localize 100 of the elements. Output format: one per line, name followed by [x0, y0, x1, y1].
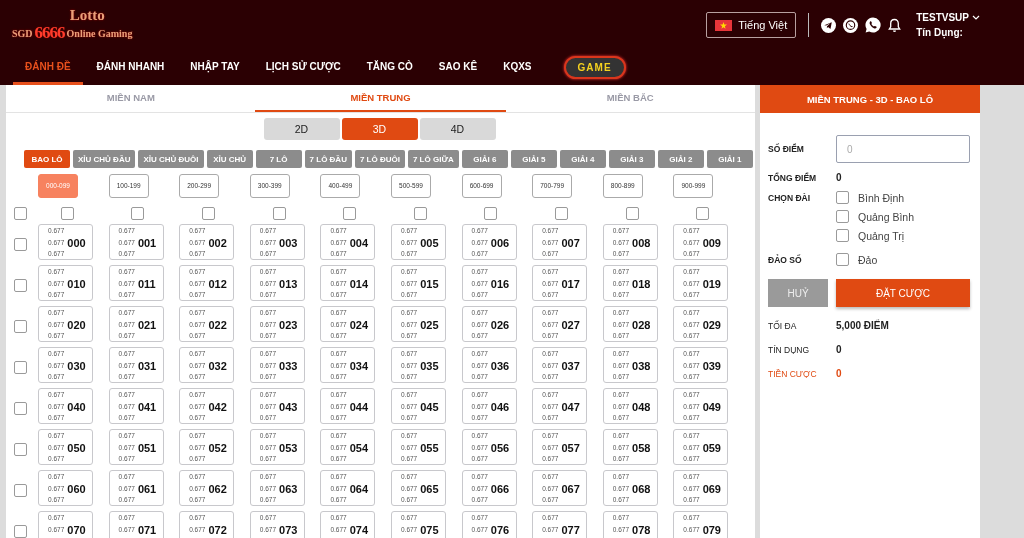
digit-tab[interactable]: 2D [263, 118, 340, 140]
field-label: SỐ ĐIỂM [768, 144, 805, 154]
number-label: 035 [420, 360, 439, 371]
checkbox[interactable] [554, 207, 568, 220]
number-label: 008 [632, 237, 651, 248]
option-label: Đảo [858, 253, 878, 266]
checkbox[interactable] [14, 443, 27, 456]
checkbox[interactable] [343, 207, 357, 220]
number-label: 059 [702, 442, 721, 453]
digit-tab[interactable]: 4D [419, 118, 496, 140]
number-label: 043 [279, 401, 298, 412]
logo-title: Lotto [69, 7, 105, 23]
checkbox[interactable] [131, 207, 145, 220]
number-label: 076 [490, 524, 510, 535]
checkbox[interactable] [14, 279, 27, 292]
number-label: 050 [67, 442, 86, 453]
checkbox[interactable] [202, 207, 215, 220]
phone-bubble-icon[interactable] [843, 17, 859, 33]
checkbox[interactable] [14, 238, 27, 251]
number-label: 001 [137, 237, 157, 248]
checkbox[interactable] [413, 207, 427, 220]
credit-label: Tín Dụng: [916, 27, 964, 38]
station-label: Quảng Trị [858, 229, 905, 242]
number-label: 067 [561, 483, 580, 494]
checkbox[interactable] [836, 191, 849, 204]
checkbox[interactable] [14, 484, 27, 497]
number-label: 071 [137, 524, 157, 535]
number-label: 009 [702, 237, 721, 248]
number-label: 044 [349, 401, 368, 412]
number-label: 064 [349, 483, 368, 494]
checkbox[interactable] [836, 210, 849, 223]
number-label: 003 [279, 237, 298, 248]
nav-tab[interactable]: KQXS [491, 50, 544, 85]
number-label: 049 [702, 401, 721, 412]
caret-icon[interactable] [972, 15, 980, 20]
number-label: 029 [702, 319, 721, 330]
number-label: 045 [420, 401, 439, 412]
summary-label: TỐI ĐA [768, 320, 798, 331]
number-label: 061 [137, 483, 157, 494]
number-label: 069 [702, 483, 721, 494]
checkbox[interactable] [272, 207, 286, 220]
checkbox[interactable] [625, 207, 639, 220]
telegram-icon[interactable] [821, 17, 837, 33]
checkbox[interactable] [484, 207, 498, 220]
nav-tab[interactable]: ĐÁNH NHANH [84, 50, 177, 85]
number-label: 051 [137, 442, 157, 453]
region-tab[interactable]: MIỀN TRUNG [254, 85, 507, 112]
number-label: 074 [349, 524, 368, 535]
checkbox[interactable] [696, 207, 710, 220]
number-label: 075 [420, 524, 439, 535]
digit-tab[interactable]: 3D [341, 118, 418, 140]
username[interactable]: TESTVSUP [916, 12, 969, 23]
checkbox[interactable] [14, 320, 27, 333]
nav-tab[interactable]: NHẬP TAY [178, 50, 252, 85]
checkbox[interactable] [836, 253, 849, 266]
field-label: TỔNG ĐIỂM [768, 172, 818, 183]
points-input[interactable]: 0 [836, 135, 970, 163]
summary-label: TIỀN CƯỢC [768, 368, 818, 379]
number-label: 027 [561, 319, 580, 330]
number-label: 007 [561, 237, 580, 248]
place-bet-button[interactable]: ĐẶT CƯỢC [836, 279, 970, 307]
checkbox[interactable] [14, 525, 27, 538]
checkbox[interactable] [14, 361, 27, 374]
number-label: 018 [632, 278, 651, 289]
bell-icon[interactable] [888, 17, 902, 33]
summary-value: 0 [836, 368, 842, 379]
flag-icon [715, 19, 733, 31]
number-label: 068 [632, 483, 651, 494]
number-label: 079 [702, 524, 721, 535]
number-label: 004 [349, 237, 368, 248]
number-label: 040 [67, 401, 86, 412]
checkbox[interactable] [14, 207, 27, 220]
number-label: 072 [208, 524, 227, 535]
game-button[interactable]: GAME [563, 56, 626, 79]
checkbox[interactable] [836, 229, 849, 242]
checkbox[interactable] [14, 402, 27, 415]
phone-icon[interactable] [865, 17, 882, 33]
bet-type-tab[interactable]: BAO LÔ [24, 150, 70, 168]
number-label: 034 [349, 360, 368, 371]
number-label: 041 [137, 401, 157, 412]
number-label: 058 [632, 442, 651, 453]
nav-tab[interactable]: TĂNG CÒ [354, 50, 425, 85]
number-label: 011 [137, 278, 156, 289]
nav-tab[interactable]: SAO KÊ [426, 50, 490, 85]
station-label: Quảng Bình [858, 210, 915, 223]
number-label: 013 [279, 278, 298, 289]
number-label: 073 [279, 524, 298, 535]
number-label: 039 [702, 360, 721, 371]
logo-text: Online Gaming [66, 27, 133, 39]
number-label: 030 [67, 360, 86, 371]
total-value: 0 [836, 172, 842, 183]
number-label: 024 [349, 319, 368, 330]
checkbox[interactable] [60, 207, 74, 220]
number-label: 016 [490, 278, 510, 289]
number-label: 038 [632, 360, 651, 371]
number-label: 014 [349, 278, 368, 289]
language-button[interactable]: Tiếng Việt [706, 12, 797, 38]
nav-tab[interactable]: LỊCH SỬ CƯỢC [253, 50, 353, 85]
number-label: 015 [420, 278, 439, 289]
number-label: 019 [702, 278, 721, 289]
